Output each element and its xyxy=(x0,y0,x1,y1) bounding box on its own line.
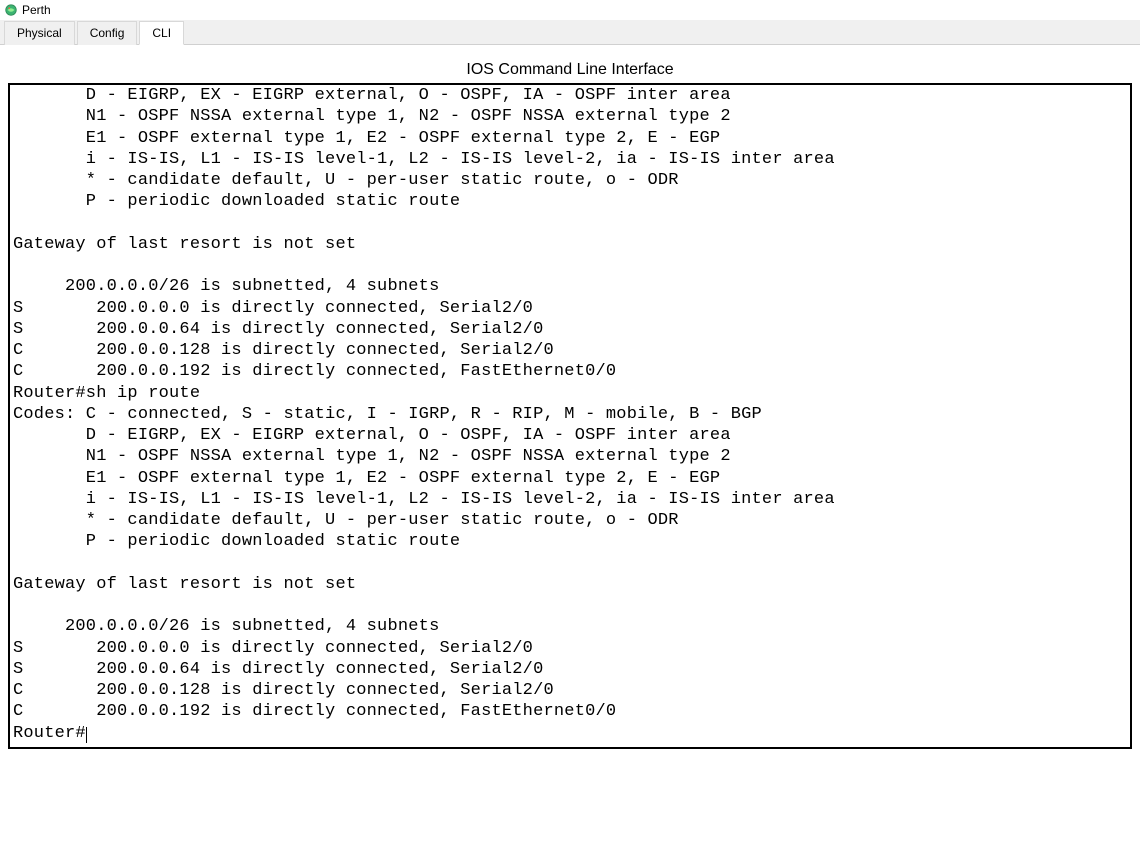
terminal-line: C 200.0.0.128 is directly connected, Ser… xyxy=(13,680,1127,701)
terminal-line: Gateway of last resort is not set xyxy=(13,234,1127,255)
terminal-line: S 200.0.0.0 is directly connected, Seria… xyxy=(13,638,1127,659)
ios-title: IOS Command Line Interface xyxy=(8,61,1132,79)
app-icon xyxy=(4,3,18,17)
terminal-cursor xyxy=(86,727,87,743)
terminal-line xyxy=(13,553,1127,574)
terminal-line: P - periodic downloaded static route xyxy=(13,191,1127,212)
tab-bar: Physical Config CLI xyxy=(0,20,1140,45)
tab-config[interactable]: Config xyxy=(77,21,138,45)
cli-panel: IOS Command Line Interface D - EIGRP, EX… xyxy=(0,45,1140,757)
terminal-line: Gateway of last resort is not set xyxy=(13,574,1127,595)
terminal-line: * - candidate default, U - per-user stat… xyxy=(13,170,1127,191)
terminal-line: 200.0.0.0/26 is subnetted, 4 subnets xyxy=(13,616,1127,637)
terminal-line: S 200.0.0.64 is directly connected, Seri… xyxy=(13,319,1127,340)
terminal-line: Router# xyxy=(13,723,1127,744)
terminal-line: D - EIGRP, EX - EIGRP external, O - OSPF… xyxy=(13,425,1127,446)
terminal-line: i - IS-IS, L1 - IS-IS level-1, L2 - IS-I… xyxy=(13,149,1127,170)
tab-physical[interactable]: Physical xyxy=(4,21,75,45)
terminal-line: C 200.0.0.192 is directly connected, Fas… xyxy=(13,361,1127,382)
terminal-line xyxy=(13,213,1127,234)
terminal-line: E1 - OSPF external type 1, E2 - OSPF ext… xyxy=(13,468,1127,489)
terminal-line: P - periodic downloaded static route xyxy=(13,531,1127,552)
tab-cli[interactable]: CLI xyxy=(139,21,184,45)
terminal-line: * - candidate default, U - per-user stat… xyxy=(13,510,1127,531)
terminal-line: Router#sh ip route xyxy=(13,383,1127,404)
terminal-line: S 200.0.0.64 is directly connected, Seri… xyxy=(13,659,1127,680)
terminal-line: i - IS-IS, L1 - IS-IS level-1, L2 - IS-I… xyxy=(13,489,1127,510)
terminal-line: D - EIGRP, EX - EIGRP external, O - OSPF… xyxy=(13,85,1127,106)
terminal-line: E1 - OSPF external type 1, E2 - OSPF ext… xyxy=(13,128,1127,149)
terminal-line: Codes: C - connected, S - static, I - IG… xyxy=(13,404,1127,425)
terminal-line xyxy=(13,595,1127,616)
terminal-line: C 200.0.0.192 is directly connected, Fas… xyxy=(13,701,1127,722)
window-title: Perth xyxy=(22,3,51,17)
terminal-line xyxy=(13,255,1127,276)
window-title-bar: Perth xyxy=(0,0,1140,20)
cli-terminal[interactable]: D - EIGRP, EX - EIGRP external, O - OSPF… xyxy=(8,83,1132,749)
terminal-line: S 200.0.0.0 is directly connected, Seria… xyxy=(13,298,1127,319)
terminal-line: N1 - OSPF NSSA external type 1, N2 - OSP… xyxy=(13,106,1127,127)
terminal-line: 200.0.0.0/26 is subnetted, 4 subnets xyxy=(13,276,1127,297)
terminal-line: N1 - OSPF NSSA external type 1, N2 - OSP… xyxy=(13,446,1127,467)
terminal-line: C 200.0.0.128 is directly connected, Ser… xyxy=(13,340,1127,361)
